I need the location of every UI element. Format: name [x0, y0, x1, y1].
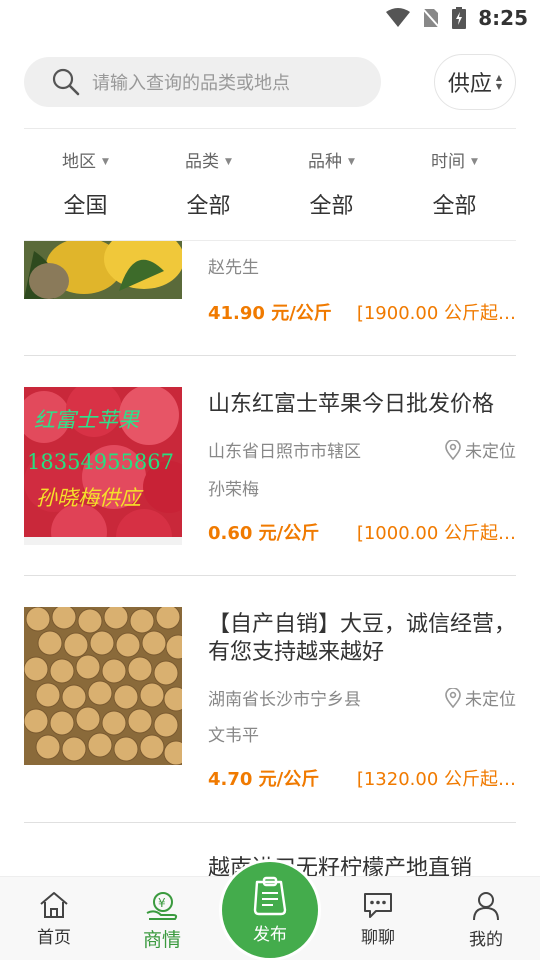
caret-down-icon: ▼ — [102, 157, 109, 167]
product-image — [24, 607, 182, 765]
product-image — [24, 241, 182, 299]
price: 41.90 元/公斤 — [208, 303, 332, 324]
publish-button[interactable]: 发布 — [222, 862, 318, 958]
home-icon — [40, 892, 68, 918]
supply-toggle-label: 供应 — [447, 72, 492, 97]
tab-market[interactable]: ¥ 商情 — [108, 877, 216, 960]
tab-home[interactable]: 首页 — [0, 877, 108, 960]
tab-home-label: 首页 — [37, 928, 71, 948]
location-status-label: 未定位 — [465, 690, 516, 710]
filter-category[interactable]: 品类 ▼ 全部 — [147, 140, 270, 230]
user-icon — [473, 892, 499, 921]
filter-category-value: 全部 — [186, 194, 231, 219]
filter-variety-label: 品种 — [308, 152, 343, 172]
filter-time-value: 全部 — [432, 194, 477, 219]
listing-feed[interactable]: 赵先生 41.90 元/公斤 [1900.00 公斤起… 红富士苹果 18354… — [0, 241, 540, 876]
image-text-3: 孙晓梅供应 — [36, 486, 144, 510]
minimum-order: [1320.00 公斤起… — [356, 769, 516, 790]
chat-icon — [364, 893, 392, 918]
search-input[interactable]: 请输入查询的品类或地点 — [24, 57, 381, 107]
filter-region-value: 全国 — [63, 194, 108, 219]
caret-down-icon: ▼ — [471, 157, 478, 167]
filter-bar: 地区 ▼ 全国 品类 ▼ 全部 品种 ▼ 全部 时间 ▼ 全部 — [24, 140, 516, 230]
divider — [24, 822, 516, 823]
filter-time[interactable]: 时间 ▼ 全部 — [393, 140, 516, 230]
image-text-2: 18354955867 — [27, 450, 174, 474]
wifi-icon — [386, 8, 411, 27]
seller-name: 赵先生 — [208, 258, 259, 278]
minimum-order: [1000.00 公斤起… — [356, 523, 516, 544]
divider — [24, 355, 516, 356]
listing-title: 【自产自销】大豆，诚信经营，有您支持越来越好 — [208, 612, 517, 665]
search-icon — [52, 68, 80, 96]
filter-variety-value: 全部 — [309, 194, 354, 219]
market-yuan-icon: ¥ — [146, 892, 178, 920]
svg-text:¥: ¥ — [158, 896, 166, 910]
clock: 8:25 — [478, 6, 528, 30]
tab-mine[interactable]: 我的 — [432, 877, 540, 960]
tab-market-label: 商情 — [142, 929, 181, 951]
image-text-1: 红富士苹果 — [34, 408, 140, 432]
divider — [24, 128, 516, 129]
listing-region: 湖南省长沙市宁乡县 — [208, 690, 361, 710]
listing-region: 山东省日照市市辖区 — [208, 442, 361, 462]
location-status[interactable]: 未定位 — [445, 437, 516, 462]
caret-down-icon: ▼ — [225, 157, 232, 167]
location-status-label: 未定位 — [465, 442, 516, 462]
filter-region[interactable]: 地区 ▼ 全国 — [24, 140, 147, 230]
price: 4.70 元/公斤 — [208, 769, 320, 790]
supply-demand-toggle[interactable]: 供应 ▲ ▼ — [434, 54, 516, 110]
status-bar: 8:25 — [0, 0, 540, 36]
tab-chat[interactable]: 聊聊 — [324, 877, 432, 960]
sort-arrows-icon: ▲ ▼ — [495, 73, 503, 91]
clipboard-icon — [253, 876, 287, 915]
list-item[interactable]: 赵先生 41.90 元/公斤 [1900.00 公斤起… — [24, 241, 516, 341]
filter-category-label: 品类 — [185, 152, 220, 172]
search-placeholder: 请输入查询的品类或地点 — [92, 73, 290, 94]
minimum-order: [1900.00 公斤起… — [356, 303, 516, 324]
product-image: 红富士苹果 18354955867 孙晓梅供应 — [24, 387, 182, 545]
divider — [24, 575, 516, 576]
listing-title: 山东红富士苹果今日批发价格 — [208, 392, 495, 417]
search-row: 请输入查询的品类或地点 供应 ▲ ▼ — [24, 54, 516, 110]
seller-name: 文韦平 — [208, 726, 259, 746]
filter-region-label: 地区 — [62, 152, 97, 172]
publish-button-label: 发布 — [253, 924, 287, 945]
location-pin-icon — [445, 687, 461, 708]
no-sim-icon — [422, 8, 440, 28]
seller-name: 孙荣梅 — [208, 480, 259, 500]
caret-down-icon: ▼ — [348, 157, 355, 167]
filter-time-label: 时间 — [431, 152, 466, 172]
list-item[interactable]: 红富士苹果 18354955867 孙晓梅供应 山东红富士苹果今日批发价格 山东… — [24, 387, 516, 577]
filter-variety[interactable]: 品种 ▼ 全部 — [270, 140, 393, 230]
location-pin-icon — [445, 439, 461, 460]
location-status[interactable]: 未定位 — [445, 685, 516, 710]
price: 0.60 元/公斤 — [208, 523, 320, 544]
tab-mine-label: 我的 — [469, 930, 503, 950]
list-item[interactable]: 【自产自销】大豆，诚信经营，有您支持越来越好 湖南省长沙市宁乡县 未定位 文韦平… — [24, 607, 516, 807]
battery-icon — [452, 7, 467, 29]
tab-chat-label: 聊聊 — [361, 928, 395, 948]
